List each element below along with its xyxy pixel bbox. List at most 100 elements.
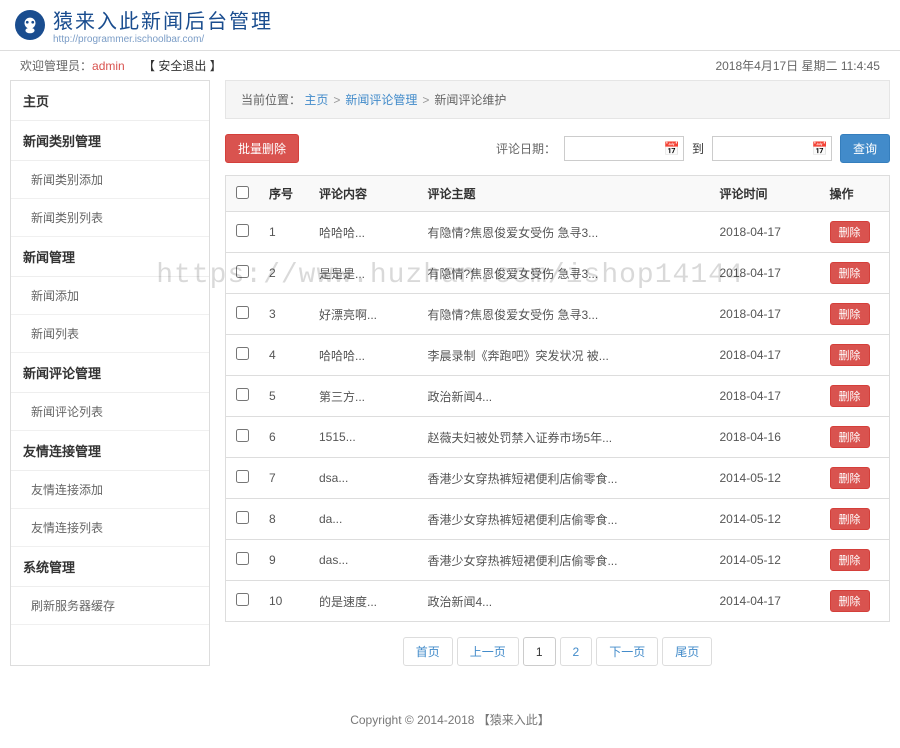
delete-button[interactable]: 删除	[830, 549, 870, 571]
cell-subject: 政治新闻4...	[417, 376, 709, 417]
row-checkbox[interactable]	[236, 388, 249, 401]
footer: Copyright © 2014-2018 【猿来入此】	[0, 691, 900, 748]
col-time: 评论时间	[710, 176, 820, 212]
calendar-icon[interactable]: 📅	[664, 141, 680, 157]
page-prev[interactable]: 上一页	[457, 637, 519, 666]
delete-button[interactable]: 删除	[830, 426, 870, 448]
row-checkbox[interactable]	[236, 593, 249, 606]
cell-seq: 3	[259, 294, 309, 335]
logout-link[interactable]: 【 安全退出 】	[143, 59, 222, 73]
menu-header[interactable]: 主页	[11, 81, 209, 121]
cell-subject: 有隐情?焦恩俊爱女受伤 急寻3...	[417, 253, 709, 294]
cell-seq: 9	[259, 540, 309, 581]
menu-item[interactable]: 新闻评论列表	[11, 393, 209, 431]
pagination: 首页上一页12下一页尾页	[225, 637, 890, 666]
search-button[interactable]: 查询	[840, 134, 890, 163]
col-content: 评论内容	[309, 176, 417, 212]
row-checkbox[interactable]	[236, 470, 249, 483]
calendar-icon[interactable]: 📅	[812, 141, 828, 157]
cell-seq: 6	[259, 417, 309, 458]
table-row: 2 是是是... 有隐情?焦恩俊爱女受伤 急寻3... 2018-04-17 删…	[226, 253, 890, 294]
breadcrumb: 当前位置： 主页>新闻评论管理>新闻评论维护	[225, 80, 890, 119]
cell-subject: 香港少女穿热裤短裙便利店偷零食...	[417, 540, 709, 581]
datetime-display: 2018年4月17日 星期二 11:4:45	[715, 57, 880, 74]
page-num[interactable]: 2	[560, 637, 593, 666]
row-checkbox[interactable]	[236, 429, 249, 442]
cell-time: 2014-05-12	[710, 540, 820, 581]
table-row: 9 das... 香港少女穿热裤短裙便利店偷零食... 2014-05-12 删…	[226, 540, 890, 581]
cell-time: 2018-04-16	[710, 417, 820, 458]
table-row: 7 dsa... 香港少女穿热裤短裙便利店偷零食... 2014-05-12 删…	[226, 458, 890, 499]
delete-button[interactable]: 删除	[830, 221, 870, 243]
cell-seq: 7	[259, 458, 309, 499]
cell-content: 哈哈哈...	[309, 212, 417, 253]
admin-name: admin	[92, 59, 125, 73]
menu-header[interactable]: 友情连接管理	[11, 431, 209, 471]
table-row: 8 da... 香港少女穿热裤短裙便利店偷零食... 2014-05-12 删除	[226, 499, 890, 540]
sidebar: 主页新闻类别管理新闻类别添加新闻类别列表新闻管理新闻添加新闻列表新闻评论管理新闻…	[10, 80, 210, 666]
batch-delete-button[interactable]: 批量删除	[225, 134, 299, 163]
breadcrumb-item[interactable]: 主页	[304, 93, 328, 107]
menu-item[interactable]: 友情连接列表	[11, 509, 209, 547]
row-checkbox[interactable]	[236, 511, 249, 524]
row-checkbox[interactable]	[236, 347, 249, 360]
cell-time: 2018-04-17	[710, 212, 820, 253]
cell-content: 的是速度...	[309, 581, 417, 622]
cell-time: 2014-05-12	[710, 458, 820, 499]
menu-header[interactable]: 新闻管理	[11, 237, 209, 277]
cell-time: 2018-04-17	[710, 294, 820, 335]
cell-time: 2014-05-12	[710, 499, 820, 540]
table-row: 6 1515... 赵薇夫妇被处罚禁入证券市场5年... 2018-04-16 …	[226, 417, 890, 458]
cell-subject: 香港少女穿热裤短裙便利店偷零食...	[417, 499, 709, 540]
cell-content: 哈哈哈...	[309, 335, 417, 376]
delete-button[interactable]: 删除	[830, 262, 870, 284]
delete-button[interactable]: 删除	[830, 467, 870, 489]
row-checkbox[interactable]	[236, 265, 249, 278]
menu-header[interactable]: 新闻类别管理	[11, 121, 209, 161]
menu-item[interactable]: 新闻类别添加	[11, 161, 209, 199]
breadcrumb-label: 当前位置：	[241, 93, 301, 107]
logo-subtitle: http://programmer.ischoolbar.com/	[53, 34, 273, 45]
menu-item[interactable]: 友情连接添加	[11, 471, 209, 509]
page-num[interactable]: 1	[523, 637, 556, 666]
delete-button[interactable]: 删除	[830, 590, 870, 612]
cell-subject: 有隐情?焦恩俊爱女受伤 急寻3...	[417, 294, 709, 335]
cell-subject: 政治新闻4...	[417, 581, 709, 622]
page-first[interactable]: 首页	[403, 637, 453, 666]
menu-item[interactable]: 刷新服务器缓存	[11, 587, 209, 625]
page-next[interactable]: 下一页	[596, 637, 658, 666]
delete-button[interactable]: 删除	[830, 344, 870, 366]
select-all-checkbox[interactable]	[236, 186, 249, 199]
cell-content: dsa...	[309, 458, 417, 499]
cell-seq: 1	[259, 212, 309, 253]
delete-button[interactable]: 删除	[830, 508, 870, 530]
delete-button[interactable]: 删除	[830, 303, 870, 325]
menu-header[interactable]: 系统管理	[11, 547, 209, 587]
menu-header[interactable]: 新闻评论管理	[11, 353, 209, 393]
col-seq: 序号	[259, 176, 309, 212]
cell-time: 2018-04-17	[710, 335, 820, 376]
menu-item[interactable]: 新闻添加	[11, 277, 209, 315]
cell-subject: 香港少女穿热裤短裙便利店偷零食...	[417, 458, 709, 499]
menu-item[interactable]: 新闻列表	[11, 315, 209, 353]
main-content: 当前位置： 主页>新闻评论管理>新闻评论维护 批量删除 评论日期： 📅 到 📅 …	[225, 80, 890, 666]
col-op: 操作	[820, 176, 890, 212]
table-row: 3 好漂亮啊... 有隐情?焦恩俊爱女受伤 急寻3... 2018-04-17 …	[226, 294, 890, 335]
delete-button[interactable]: 删除	[830, 385, 870, 407]
row-checkbox[interactable]	[236, 552, 249, 565]
welcome-prefix: 欢迎管理员：	[20, 59, 92, 73]
row-checkbox[interactable]	[236, 224, 249, 237]
cell-seq: 8	[259, 499, 309, 540]
breadcrumb-item[interactable]: 新闻评论管理	[345, 93, 417, 107]
row-checkbox[interactable]	[236, 306, 249, 319]
menu-item[interactable]: 新闻类别列表	[11, 199, 209, 237]
header: 猿来入此新闻后台管理 http://programmer.ischoolbar.…	[0, 0, 900, 51]
filter-bar: 批量删除 评论日期： 📅 到 📅 查询	[225, 134, 890, 163]
table-row: 5 第三方... 政治新闻4... 2018-04-17 删除	[226, 376, 890, 417]
date-filter-label: 评论日期：	[496, 140, 556, 157]
cell-content: 好漂亮啊...	[309, 294, 417, 335]
cell-subject: 赵薇夫妇被处罚禁入证券市场5年...	[417, 417, 709, 458]
page-last[interactable]: 尾页	[662, 637, 712, 666]
cell-content: 是是是...	[309, 253, 417, 294]
logo-area: 猿来入此新闻后台管理 http://programmer.ischoolbar.…	[15, 5, 273, 45]
